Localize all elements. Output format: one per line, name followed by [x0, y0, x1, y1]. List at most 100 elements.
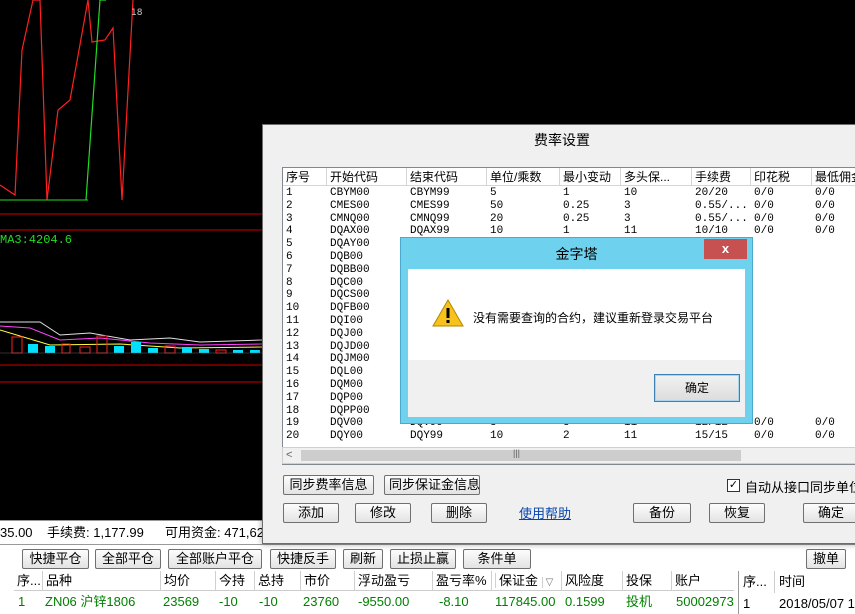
add-button[interactable]: 添加 — [283, 503, 339, 523]
col-risk[interactable]: 风险度 — [561, 571, 604, 591]
side-col-index[interactable]: 序... — [739, 571, 775, 593]
col-margin[interactable]: 保证金 ▽ — [491, 571, 560, 591]
orders-side-table: 序... 时间 1 2018/05/07 1 — [738, 571, 855, 614]
quick-reverse-button[interactable]: 快捷反手 — [270, 549, 336, 569]
ma3-indicator-label: MA3:4204.6 — [0, 233, 73, 247]
backup-button[interactable]: 备份 — [633, 503, 691, 523]
ok-button[interactable]: 确定 — [654, 374, 740, 402]
fee-cell: DQM00 — [330, 379, 364, 391]
fee-cell: 14 — [286, 353, 300, 366]
confirm-button[interactable]: 确定 — [803, 503, 855, 523]
fee-cell: 2 — [286, 199, 293, 212]
fee-cell: 3 — [624, 199, 631, 212]
cell-total-hold: -10 — [259, 594, 278, 609]
restore-button[interactable]: 恢复 — [709, 503, 765, 523]
fee-total: 手续费: 1,177.99 — [47, 525, 144, 540]
fee-cell: 9 — [286, 289, 293, 302]
fee-cell: 10 — [624, 187, 638, 199]
cancel-order-button[interactable]: 撤单 — [806, 549, 846, 569]
fee-col-fee[interactable]: 手续费 — [692, 168, 751, 186]
fee-col-start-code[interactable]: 开始代码 — [327, 168, 407, 186]
table-row[interactable]: 20 DQY00 DQY99 10 2 11 15/15 0/0 0/0 — [283, 430, 855, 443]
delete-button[interactable]: 删除 — [431, 503, 487, 523]
fee-cell: DQAX00 — [330, 225, 370, 238]
close-all-button[interactable]: 全部平仓 — [95, 549, 161, 569]
fee-col-min-tick[interactable]: 最小变动 — [560, 168, 621, 186]
stop-loss-button[interactable]: 止损止赢 — [390, 549, 456, 569]
fee-cell: 20 — [490, 212, 504, 225]
fee-cell: 0/0 — [754, 212, 774, 225]
fee-table-hscrollbar[interactable]: < ||| — [282, 447, 855, 464]
scroll-thumb[interactable] — [301, 450, 741, 461]
fee-cell: 0.25 — [563, 212, 590, 225]
fee-cell: 10 — [490, 430, 504, 443]
auto-sync-checkbox[interactable]: ✓ — [727, 479, 740, 492]
refresh-button[interactable]: 刷新 — [343, 549, 383, 569]
col-index[interactable]: 序... — [14, 571, 41, 591]
warning-icon — [432, 299, 464, 327]
fee-cell: DQV00 — [330, 417, 364, 430]
fee-dialog-title: 费率设置 — [263, 125, 855, 155]
fee-cell: DQL00 — [330, 366, 364, 379]
fee-cell: 3 — [624, 212, 631, 225]
col-today-hold[interactable]: 今持 — [215, 571, 245, 591]
fee-col-index[interactable]: 序号 — [283, 168, 327, 186]
col-total-hold[interactable]: 总持 — [254, 571, 284, 591]
fee-cell: 0/0 — [754, 199, 774, 212]
fee-cell: 11 — [286, 315, 300, 327]
col-product[interactable]: 品种 — [42, 571, 72, 591]
fee-cell: CMNQ00 — [330, 212, 370, 225]
fee-cell: 16 — [286, 379, 300, 391]
modify-button[interactable]: 修改 — [355, 503, 411, 523]
fee-cell: DQP00 — [330, 391, 364, 404]
col-market-price[interactable]: 市价 — [300, 571, 330, 591]
scroll-left-icon[interactable]: < — [286, 449, 292, 461]
fee-cell: 7 — [286, 263, 293, 276]
fee-cell: 5 — [286, 238, 293, 251]
col-hedge[interactable]: 投保 — [622, 571, 652, 591]
fee-col-end-code[interactable]: 结束代码 — [407, 168, 487, 186]
fee-cell: 10 — [286, 302, 300, 315]
col-floating-pnl[interactable]: 浮动盈亏 — [354, 571, 410, 591]
col-avg-price[interactable]: 均价 — [160, 571, 190, 591]
fee-cell: 5 — [490, 187, 497, 199]
fee-cell: 0/0 — [815, 225, 835, 238]
table-row[interactable]: 3 CMNQ00 CMNQ99 20 0.25 3 0.55/... 0/0 0/0 — [283, 213, 855, 226]
fee-table-header: 序号 开始代码 结束代码 单位/乘数 最小变动 多头保... 手续费 印花税 最… — [283, 168, 855, 186]
side-col-time[interactable]: 时间 — [775, 571, 855, 593]
sync-margin-button[interactable]: 同步保证金信息 — [384, 475, 480, 495]
cell-product: ZN06 沪锌1806 — [45, 594, 136, 609]
fee-cell: 0/0 — [815, 430, 835, 443]
col-account[interactable]: 账户 — [671, 571, 701, 591]
fee-col-long-margin[interactable]: 多头保... — [621, 168, 692, 186]
fee-cell: 18 — [286, 404, 300, 417]
fee-col-stamp-tax[interactable]: 印花税 — [751, 168, 812, 186]
side-cell-time: 2018/05/07 1 — [779, 596, 855, 611]
help-link[interactable]: 使用帮助 — [519, 503, 571, 522]
cell-market-price: 23760 — [303, 594, 340, 609]
sync-rate-button[interactable]: 同步费率信息 — [283, 475, 374, 495]
fee-col-unit[interactable]: 单位/乘数 — [487, 168, 560, 186]
table-row[interactable]: 2 CMES00 CMES99 50 0.25 3 0.55/... 0/0 0/0 — [283, 200, 855, 213]
fee-cell: 1 — [286, 187, 293, 199]
fee-cell: DQFB00 — [330, 302, 370, 315]
close-icon[interactable]: x — [704, 239, 747, 259]
fee-cell: DQB00 — [330, 251, 364, 263]
chart-tick-label: 18 — [131, 8, 143, 18]
fee-col-min-commission[interactable]: 最低佣金 — [812, 168, 855, 186]
conditional-order-button[interactable]: 条件单 — [463, 549, 531, 569]
close-all-accounts-button[interactable]: 全部账户平仓 — [168, 549, 262, 569]
table-row[interactable]: 1 CBYM00 CBYM99 5 1 10 20/20 0/0 0/0 — [283, 187, 855, 200]
col-pnl-rate[interactable]: 盈亏率% — [432, 571, 487, 591]
quick-close-button[interactable]: 快捷平仓 — [22, 549, 89, 569]
fee-cell: DQI00 — [330, 315, 364, 327]
fee-cell: DQBB00 — [330, 263, 370, 276]
fee-cell: DQCS00 — [330, 289, 370, 302]
table-row[interactable]: 1 ZN06 沪锌1806 23569 -10 -10 23760 -9550.… — [14, 592, 734, 612]
fee-cell: DQJ00 — [330, 327, 364, 340]
balance-value: 35.00 — [0, 525, 33, 540]
cell-avg-price: 23569 — [163, 594, 200, 609]
fee-cell: 0/0 — [815, 417, 835, 430]
fee-cell: 13 — [286, 340, 300, 353]
fee-cell: DQC00 — [330, 276, 364, 289]
